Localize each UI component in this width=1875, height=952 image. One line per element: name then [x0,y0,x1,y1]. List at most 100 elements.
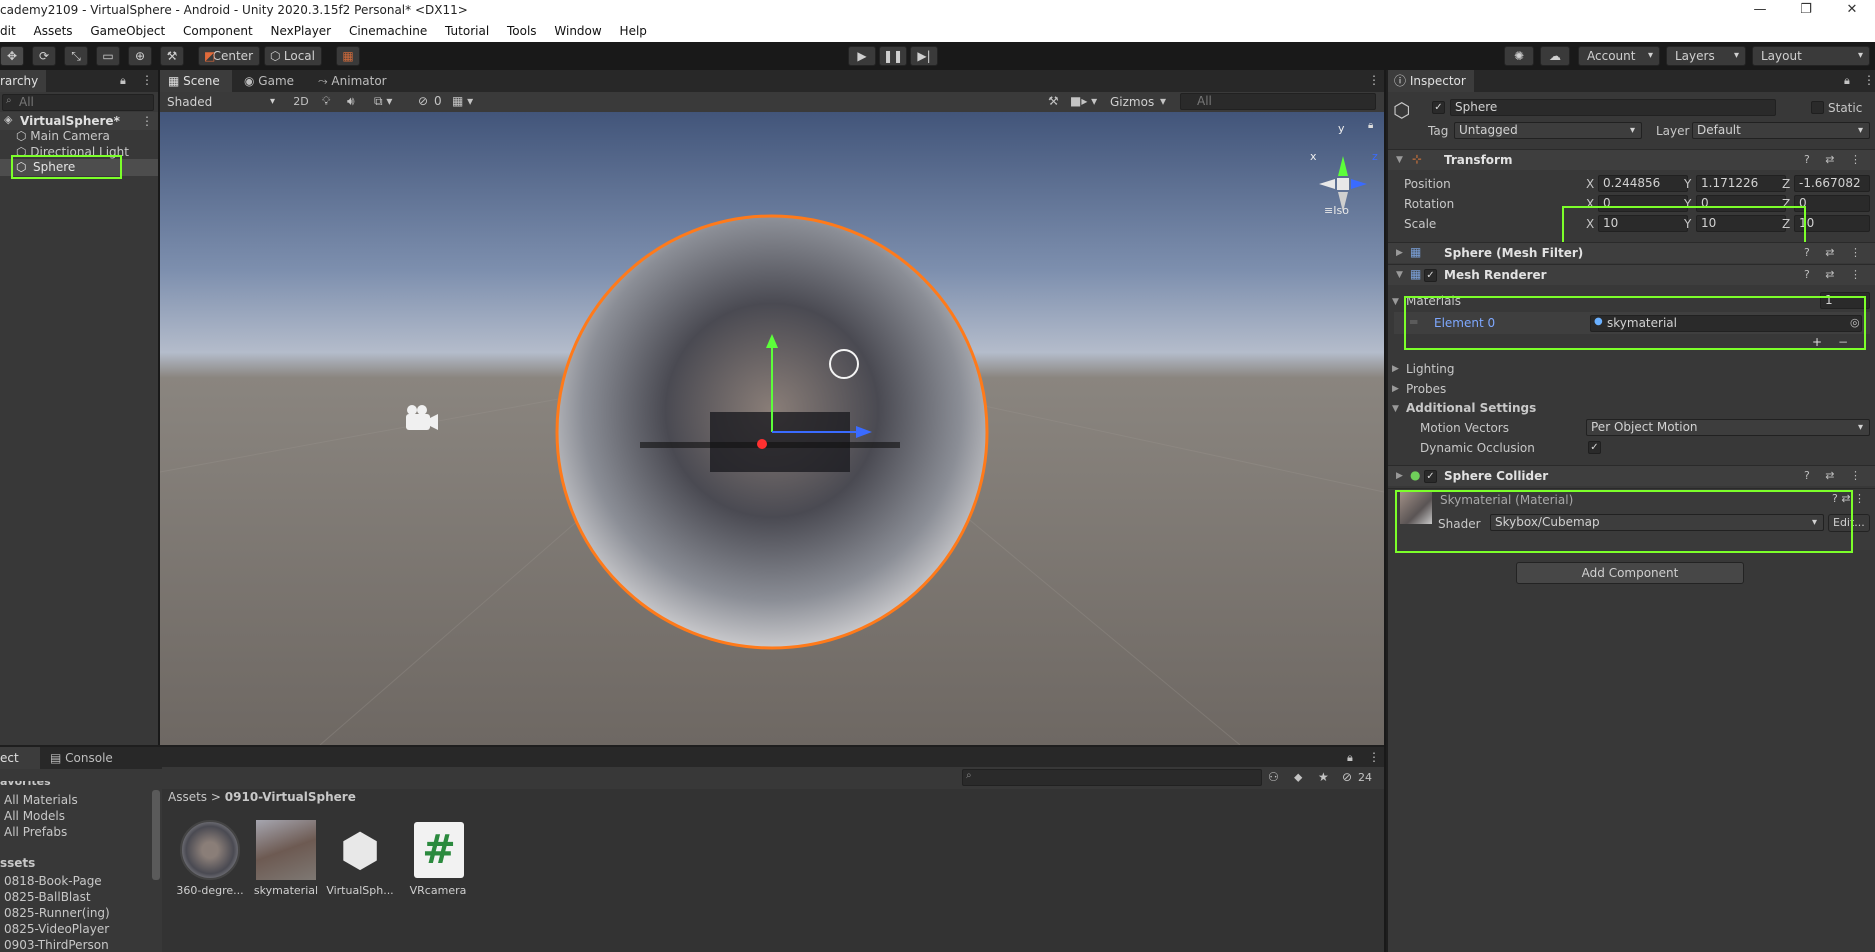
lighting-toggle-icon[interactable]: 💡︎ [322,94,330,109]
lock-icon[interactable]: 🔒︎ [120,74,126,88]
sphere-collider-header[interactable]: ▶ ● ✓ Sphere Collider ? ⇄ ⋮ [1388,465,1875,486]
filter-by-label-icon[interactable]: ⬥ [1294,770,1302,785]
rotate-tool-icon[interactable]: ⟳ [32,46,56,66]
tab-project[interactable]: ect [0,747,40,769]
dynamic-occlusion-checkbox[interactable]: ✓ [1588,441,1601,454]
menu-component[interactable]: Component [176,22,260,40]
tag-dropdown[interactable]: Untagged [1454,122,1642,139]
component-actions-icon[interactable]: ? ⇄ ⋮ [1804,268,1867,281]
minimize-button[interactable]: — [1737,0,1783,22]
lighting-foldout-icon[interactable]: ▶ [1392,364,1399,374]
toggle-2d-button[interactable]: 2D [288,93,314,111]
play-button[interactable]: ▶ [848,46,876,66]
scene-root-row[interactable]: ◈ VirtualSphere* ⋮ [0,112,158,130]
filter-by-type-icon[interactable]: ⚇ [1268,770,1279,784]
pause-button[interactable]: ❚❚ [879,46,907,66]
favorite-all-materials[interactable]: All Materials [4,793,78,807]
additional-foldout-icon[interactable]: ▼ [1392,404,1399,414]
menu-help[interactable]: Help [613,22,654,40]
folder-item[interactable]: 0825-BallBlast [4,890,91,904]
tab-animator[interactable]: ⤳ Animator [310,70,395,92]
camera-settings-icon[interactable]: ■▸ ▾ [1070,94,1097,108]
inspector-lock-icon[interactable]: 🔒︎ [1844,74,1850,88]
transform-header[interactable]: ▼ ⊹ Transform ? ⇄ ⋮ [1388,149,1875,170]
mesh-filter-header[interactable]: ▶ ▦ Sphere (Mesh Filter) ? ⇄ ⋮ [1388,242,1875,263]
menu-edit[interactable]: dit [0,22,23,40]
scene-menu-icon[interactable]: ⋮ [141,114,153,128]
project-menu-icon[interactable]: ⋮ [1368,750,1380,764]
scene-viewport[interactable]: y x z 🔒︎ ≡Iso [160,112,1384,745]
position-y-field[interactable]: 1.171226 [1696,175,1786,192]
step-button[interactable]: ▶| [910,46,938,66]
pivot-center-button[interactable]: ◩ Center [198,46,260,66]
menu-tutorial[interactable]: Tutorial [438,22,496,40]
gizmos-dropdown[interactable]: Gizmos [1110,95,1154,109]
layout-dropdown[interactable]: Layout [1752,46,1870,66]
layer-dropdown[interactable]: Default [1692,122,1870,139]
menu-nexplayer[interactable]: NexPlayer [264,22,339,40]
tab-console[interactable]: ▤ Console [42,747,121,769]
object-name-input[interactable]: Sphere [1450,99,1776,116]
component-actions-icon[interactable]: ? ⇄ ⋮ [1804,246,1867,259]
asset-thumbnail-360[interactable] [180,820,240,880]
shading-mode-dropdown[interactable]: Shaded [163,93,281,111]
close-button[interactable]: ✕ [1829,0,1875,22]
audio-toggle-icon[interactable]: 🔊︎ [347,94,355,109]
scene-menu-dots-icon[interactable]: ⋮ [1368,73,1380,87]
menu-cinemachine[interactable]: Cinemachine [342,22,434,40]
favorites-star-icon[interactable]: ★ [1318,770,1329,784]
asset-thumbnail-skymaterial[interactable] [256,820,316,880]
position-x-field[interactable]: 0.244856 [1598,175,1688,192]
tab-inspector[interactable]: ⓘ Inspector [1388,70,1474,92]
menu-assets[interactable]: Assets [26,22,79,40]
tools-icon[interactable]: ⚒ [1048,94,1059,108]
hierarchy-item-main-camera[interactable]: ⬡ Main Camera [16,129,110,143]
scale-tool-icon[interactable]: ⤡ [64,46,88,66]
lighting-label[interactable]: Lighting [1406,362,1455,376]
motion-vectors-dropdown[interactable]: Per Object Motion [1586,419,1870,436]
menu-gameobject[interactable]: GameObject [83,22,172,40]
probes-label[interactable]: Probes [1406,382,1446,396]
scene-canvas[interactable] [160,112,1384,745]
menu-tools[interactable]: Tools [500,22,544,40]
materials-foldout-icon[interactable]: ▼ [1392,297,1399,307]
grid-snap-icon[interactable]: ▦ [336,46,360,66]
gizmo-lock-icon[interactable]: 🔒︎ [1368,120,1373,131]
folder-item[interactable]: 0903-ThirdPerson [4,938,109,952]
static-dropdown[interactable]: Static [1828,101,1862,115]
foldout-closed-icon[interactable]: ▶ [1396,248,1403,258]
menu-dots-icon[interactable]: ⋮ [141,73,153,87]
mesh-renderer-header[interactable]: ▼ ▦ ✓ Mesh Renderer ? ⇄ ⋮ [1388,264,1875,285]
project-search-input[interactable] [962,769,1262,786]
folder-item[interactable]: 0825-Runner(ing) [4,906,110,920]
space-local-button[interactable]: ⬡ Local [264,46,322,66]
favorite-all-prefabs[interactable]: All Prefabs [4,825,67,839]
static-checkbox[interactable] [1811,101,1824,114]
collab-icon[interactable]: ✺ [1504,46,1534,66]
foldout-closed-icon[interactable]: ▶ [1396,471,1403,481]
transform-tool-icon[interactable]: ⊕ [128,46,152,66]
folder-item[interactable]: 0825-VideoPlayer [4,922,109,936]
layers-dropdown[interactable]: Layers [1666,46,1746,66]
inspector-menu-icon[interactable]: ⋮ [1863,73,1875,87]
scene-search-input[interactable]: All [1180,93,1376,110]
menu-window[interactable]: Window [547,22,608,40]
custom-tool-icon[interactable]: ⚒ [160,46,184,66]
effects-toggle-icon[interactable]: ⧉ ▾ [374,94,392,109]
project-lock-icon[interactable]: 🔒︎ [1347,751,1353,765]
foldout-open-icon[interactable]: ▼ [1396,155,1403,165]
rect-tool-icon[interactable]: ▭ [96,46,120,66]
add-component-button[interactable]: Add Component [1516,562,1744,584]
cloud-icon[interactable]: ☁ [1540,46,1570,66]
active-checkbox[interactable]: ✓ [1432,101,1445,114]
tab-scene[interactable]: ▦ Scene [160,70,232,92]
tab-game[interactable]: ◉ Game [236,70,302,92]
folder-item[interactable]: 0818-Book-Page [4,874,102,888]
foldout-open-icon[interactable]: ▼ [1396,270,1403,280]
component-actions-icon[interactable]: ? ⇄ ⋮ [1804,153,1867,166]
camera-gizmo-icon[interactable] [406,405,438,430]
hidden-objects-icon[interactable]: ⊘ [418,94,428,108]
position-z-field[interactable]: -1.667082 [1794,175,1870,192]
folder-tree-scrollbar[interactable] [152,790,160,880]
account-dropdown[interactable]: Account [1578,46,1660,66]
